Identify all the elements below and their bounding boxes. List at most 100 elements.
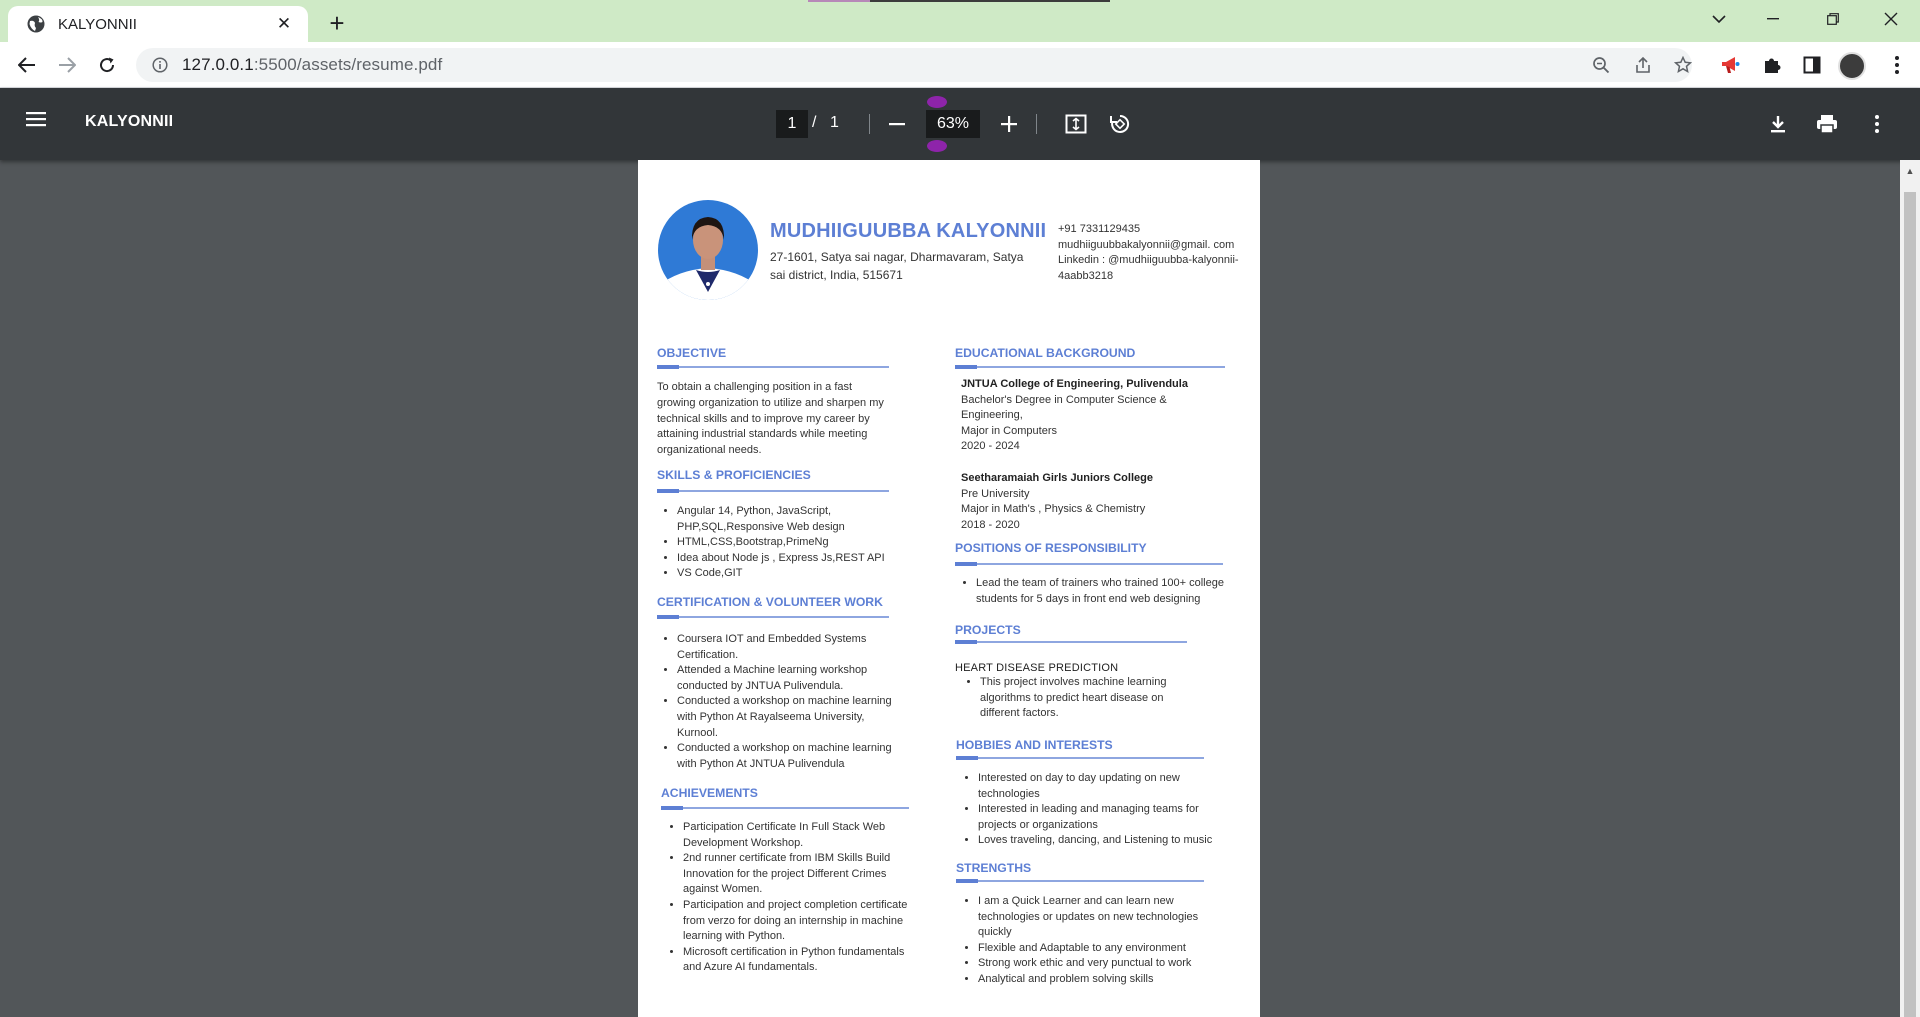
pdf-sidebar-menu-icon[interactable]	[26, 110, 58, 138]
page-separator: /	[812, 114, 817, 131]
side-panel-icon[interactable]	[1795, 48, 1829, 82]
achievements-list: Participation Certificate In Full Stack …	[663, 820, 909, 976]
fit-to-page-icon[interactable]	[1060, 108, 1092, 140]
education-years: 2020 - 2024	[961, 440, 1020, 453]
new-tab-button[interactable]: +	[322, 8, 352, 38]
extensions-puzzle-icon[interactable]	[1755, 48, 1789, 82]
projects-list: This project involves machine learning a…	[960, 675, 1200, 722]
reload-button[interactable]	[91, 49, 123, 81]
contact-block: +91 7331129435 mudhiiguubbakalyonnii@gma…	[1058, 222, 1258, 284]
positions-heading: POSITIONS OF RESPONSIBILITY	[955, 541, 1147, 555]
education-degree: Pre University	[961, 487, 1030, 500]
education-entry: Seetharamaiah Girls Juniors College Pre …	[961, 471, 1191, 533]
share-icon[interactable]	[1628, 50, 1658, 80]
bookmark-star-icon[interactable]	[1668, 50, 1698, 80]
education-institution: Seetharamaiah Girls Juniors College	[961, 472, 1153, 484]
profile-avatar[interactable]	[1838, 52, 1866, 80]
list-item: Conducted a workshop on machine learning…	[677, 741, 897, 772]
toolbar-divider	[869, 114, 870, 134]
list-item: VS Code,GIT	[677, 566, 897, 582]
contact-linkedin: Linkedin : @mudhiiguubba-kalyonnii-4aabb…	[1058, 254, 1239, 282]
pdf-viewer-toolbar: KALYONNII 1 / 1 63%	[0, 88, 1920, 160]
education-major: Major in Math's , Physics & Chemistry	[961, 503, 1146, 516]
project-title: HEART DISEASE PREDICTION	[955, 662, 1119, 674]
print-icon[interactable]	[1811, 108, 1843, 140]
tab-close-icon[interactable]: ✕	[272, 12, 296, 36]
list-item: Idea about Node js , Express Js,REST API	[677, 551, 897, 567]
contact-email: mudhiiguubbakalyonnii@gmail. com	[1058, 238, 1235, 251]
address-bar[interactable]: 127.0.0.1:5500/assets/resume.pdf	[136, 48, 1692, 82]
forward-button[interactable]	[51, 49, 83, 81]
list-item: Coursera IOT and Embedded Systems Certif…	[677, 632, 897, 663]
list-item: I am a Quick Learner and can learn new t…	[978, 894, 1212, 941]
list-item: Participation Certificate In Full Stack …	[683, 820, 909, 851]
section-divider	[955, 562, 1223, 566]
list-item: Interested on day to day updating on new…	[978, 771, 1234, 802]
zoom-out-button[interactable]	[881, 108, 913, 140]
list-item: HTML,CSS,Bootstrap,PrimeNg	[677, 535, 897, 551]
resume-address: 27-1601, Satya sai nagar, Dharmavaram, S…	[770, 250, 1024, 282]
projects-heading: PROJECTS	[955, 623, 1021, 637]
minimize-button[interactable]	[1750, 4, 1796, 34]
close-window-button[interactable]	[1868, 4, 1914, 34]
scrollbar-thumb[interactable]	[1904, 192, 1916, 1017]
list-item: Strong work ethic and very punctual to w…	[978, 956, 1212, 972]
zoom-handle-top	[927, 96, 947, 108]
tab-strip-accent-highlight	[808, 0, 870, 2]
list-item: Participation and project completion cer…	[683, 898, 909, 945]
pdf-document-title: KALYONNII	[85, 113, 174, 130]
education-major: Major in Computers	[961, 424, 1057, 437]
list-item: Angular 14, Python, JavaScript, PHP,SQL,…	[677, 504, 897, 535]
site-info-icon[interactable]	[152, 57, 168, 73]
forward-arrow-icon	[59, 57, 76, 73]
page-number-input[interactable]: 1	[776, 110, 808, 138]
back-button[interactable]	[11, 49, 43, 81]
strengths-heading: STRENGTHS	[956, 861, 1032, 875]
restore-button[interactable]	[1810, 4, 1856, 34]
toolbar-divider	[1036, 114, 1037, 134]
list-item: Conducted a workshop on machine learning…	[677, 694, 897, 741]
scroll-up-arrow-icon[interactable]: ▲	[1900, 160, 1920, 182]
list-item: This project involves machine learning a…	[980, 675, 1200, 722]
list-item: Loves traveling, dancing, and Listening …	[978, 833, 1234, 849]
download-icon[interactable]	[1762, 108, 1794, 140]
zoom-handle-bottom	[927, 140, 947, 152]
objective-text: To obtain a challenging position in a fa…	[657, 381, 884, 457]
browser-menu-icon[interactable]	[1880, 48, 1914, 82]
list-item: 2nd runner certificate from IBM Skills B…	[683, 851, 909, 898]
rotate-icon[interactable]	[1104, 108, 1136, 140]
zoom-in-button[interactable]	[993, 108, 1025, 140]
education-years: 2018 - 2020	[961, 518, 1020, 531]
education-institution: JNTUA College of Engineering, Pulivendul…	[961, 378, 1188, 390]
section-divider	[955, 640, 1187, 644]
zoom-level-input[interactable]: 63%	[926, 110, 980, 138]
megaphone-extension-icon[interactable]	[1714, 48, 1748, 82]
list-item: Interested in leading and managing teams…	[978, 802, 1234, 833]
pdf-more-options-icon[interactable]	[1861, 108, 1893, 140]
education-entry: JNTUA College of Engineering, Pulivendul…	[961, 377, 1191, 455]
profile-photo	[658, 200, 758, 300]
education-degree: Bachelor's Degree in Computer Science & …	[961, 393, 1167, 422]
section-divider	[956, 879, 1204, 883]
education-heading: EDUCATIONAL BACKGROUND	[955, 346, 1136, 360]
list-item: Analytical and problem solving skills	[978, 972, 1212, 988]
plus-icon	[1001, 116, 1017, 132]
pdf-page: MUDHIIGUUBBA KALYONNII 27-1601, Satya sa…	[638, 160, 1260, 1017]
section-divider	[657, 489, 889, 493]
hobbies-heading: HOBBIES AND INTERESTS	[956, 738, 1113, 752]
section-divider	[661, 806, 909, 810]
resume-name: MUDHIIGUUBBA KALYONNII	[770, 220, 1047, 242]
tab-search-icon[interactable]	[1696, 4, 1742, 34]
url-host: 127.0.0.1	[182, 55, 254, 74]
section-divider	[956, 756, 1204, 760]
globe-icon	[27, 15, 45, 33]
url-text: 127.0.0.1:5500/assets/resume.pdf	[182, 55, 442, 75]
list-item: Microsoft certification in Python fundam…	[683, 945, 909, 976]
hobbies-list: Interested on day to day updating on new…	[958, 771, 1234, 849]
browser-tab[interactable]: KALYONNII ✕	[8, 6, 308, 42]
list-item: Lead the team of trainers who trained 10…	[976, 576, 1236, 607]
back-arrow-icon	[18, 57, 35, 73]
zoom-icon[interactable]	[1586, 50, 1616, 80]
skills-list: Angular 14, Python, JavaScript, PHP,SQL,…	[657, 504, 897, 582]
minus-icon	[889, 122, 905, 125]
